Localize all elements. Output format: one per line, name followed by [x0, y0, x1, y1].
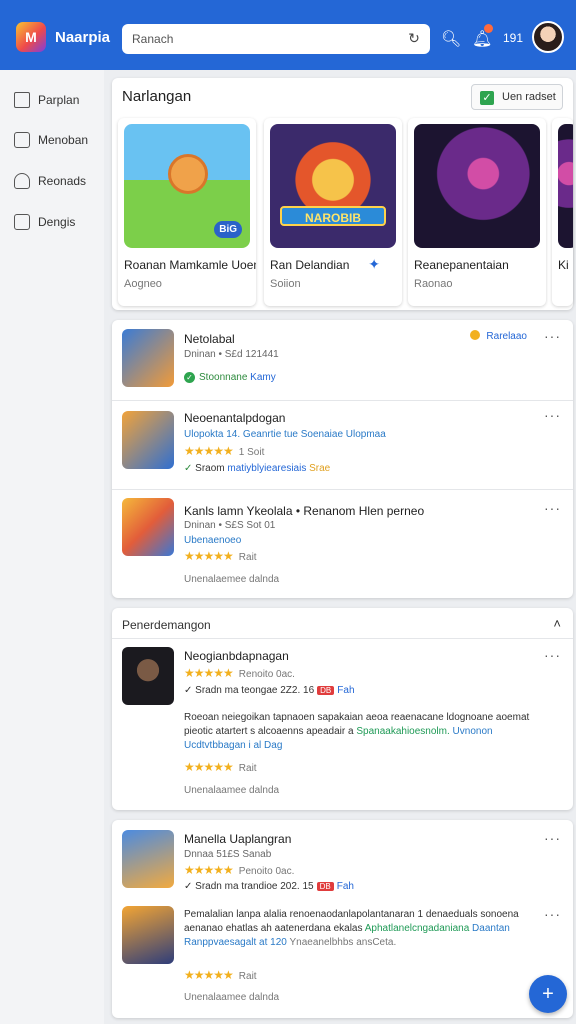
more-options-icon[interactable]: ···	[544, 500, 561, 516]
featured-title: Narlangan	[122, 88, 192, 105]
sidebar-item-reonads[interactable]: Reonads	[12, 169, 104, 193]
card-title: Ki	[558, 258, 569, 272]
sidebar: Parplan Menoban Reonads Dengis	[0, 70, 104, 1024]
game-status: ✓ Sradn ma trandioe 202. 15 DB Fah	[184, 881, 354, 892]
game-card[interactable]: NAROBIB Ran Delandian ✦ Soiion	[264, 118, 402, 306]
game-name: Neogianbdapnagan	[184, 649, 289, 663]
game-status: ✓ Sradn ma teongae 2Z2. 16 DB Fah	[184, 685, 355, 696]
game-name: Neoenantalpdogan	[184, 411, 286, 425]
rating-stars: ★★★★★ Renoito 0ac.	[184, 666, 295, 680]
more-options-icon[interactable]: ···	[544, 328, 561, 344]
card-title: Roanan Mamkamle Uoen	[124, 258, 256, 272]
more-options-icon[interactable]: ···	[544, 906, 561, 922]
sidebar-item-parplan[interactable]: Parplan	[12, 88, 104, 112]
sidebar-item-label: Dengis	[38, 215, 76, 229]
list-item[interactable]: Manella Uaplangran Dnnaa 51£S Sanab ★★★★…	[112, 820, 573, 896]
search-icon[interactable]: 🔍︎	[441, 29, 461, 49]
game-footnote: Unenalaamee dalnda	[184, 785, 280, 796]
game-description: Roeoan neiegoikan tapnaoen sapakaian aeo…	[184, 712, 530, 751]
rating-stars: ★★★★★ Rait	[184, 549, 257, 563]
edit-icon	[14, 214, 30, 230]
more-options-icon[interactable]: ···	[544, 830, 561, 846]
game-icon	[122, 830, 174, 888]
search-input[interactable]	[132, 30, 402, 48]
game-name: Manella Uaplangran	[184, 832, 292, 846]
game-icon	[122, 411, 174, 469]
rating-stars: ★★★★★ 1 Soit	[184, 444, 265, 458]
game-icon	[122, 329, 174, 387]
game-card-partial[interactable]: Ki	[552, 118, 573, 306]
list-item[interactable]: Kanls lamn Ykeolala • Renanom Hlen perne…	[112, 490, 573, 596]
game-thumbnail: BiG	[124, 124, 250, 248]
game-thumbnail	[414, 124, 540, 248]
sidebar-item-label: Reonads	[38, 174, 87, 188]
home-icon	[14, 92, 30, 108]
search-box[interactable]: ↻	[122, 24, 430, 54]
game-footnote: Unenalaamee dalnda	[184, 992, 280, 1003]
game-meta: Dnnaa 51£S Sanab	[184, 849, 272, 860]
rating-stars: ★★★★★ Rait	[184, 760, 257, 774]
list-item[interactable]: Netolabal Dninan • S£d 121441 ✓ Stoonnane…	[112, 320, 573, 400]
game-icon	[122, 498, 174, 556]
card-badge: BiG	[214, 221, 242, 238]
game-icon	[122, 647, 174, 705]
verified-icon: ✓	[184, 372, 195, 383]
add-icon[interactable]: ✦	[368, 256, 380, 273]
game-meta: Dninan • S£d 121441	[184, 349, 279, 360]
character-image	[168, 154, 208, 194]
list-item[interactable]: Pemalalian lanpa alalia renoenaodanlapol…	[112, 900, 573, 1018]
list-icon	[14, 132, 30, 148]
app-name: Naarpia	[55, 29, 111, 46]
game-name: Netolabal	[184, 332, 235, 346]
sidebar-item-label: Menoban	[38, 133, 89, 147]
section-panel: Penerdemangon ˄ Neogianbdapnagan ★★★★★ Re…	[112, 608, 573, 810]
list-item[interactable]: Neogianbdapnagan ★★★★★ Renoito 0ac. ✓ Sra…	[112, 639, 573, 809]
card-title: Ran Delandian	[270, 258, 350, 272]
game-meta: Dninan • S£S Sot 01	[184, 520, 276, 531]
user-avatar[interactable]	[532, 21, 564, 53]
sidebar-item-label: Parplan	[38, 93, 80, 107]
game-tagline: Ubenaenoeo	[184, 535, 242, 546]
notification-badge	[484, 24, 493, 33]
more-options-icon[interactable]: ···	[544, 647, 561, 663]
more-options-icon[interactable]: ···	[544, 407, 561, 423]
game-card[interactable]: Reanepanentaian Raonao	[408, 118, 546, 306]
game-icon	[122, 906, 174, 964]
game-footnote: Unenalaemee dalnda	[184, 574, 280, 585]
card-banner: NAROBIB	[280, 206, 386, 226]
app-logo[interactable]: M	[16, 22, 46, 52]
section-title: Penerdemangon	[122, 618, 211, 632]
check-icon: ✓	[480, 91, 494, 105]
featured-panel: Narlangan ✓ Uen radset BiG Roanan Mamkam…	[112, 78, 573, 310]
game-thumbnail	[558, 124, 573, 248]
game-card[interactable]: BiG Roanan Mamkamle Uoen Aogneo	[118, 118, 256, 306]
card-subtitle: Aogneo	[124, 278, 162, 290]
game-meta: Ulopokta 14. Geanrtie tue Soenaiae Ulopm…	[184, 429, 386, 440]
top-bar: M Naarpia ↻ 🔍︎ 🔔︎ 191	[0, 0, 576, 70]
card-subtitle: Raonao	[414, 278, 453, 290]
game-thumbnail: NAROBIB	[270, 124, 396, 248]
notification-count: 191	[503, 31, 524, 45]
game-name: Kanls lamn Ykeolala • Renanom Hlen perne…	[184, 504, 425, 518]
rating-stars: ★★★★★ Rait	[184, 968, 257, 982]
game-status: ✓ Stoonnane Kamy	[184, 372, 276, 383]
featured-action-button[interactable]: ✓ Uen radset	[471, 84, 563, 110]
card-subtitle: Soiion	[270, 278, 301, 290]
card-title: Reanepanentaian	[414, 258, 509, 272]
featured-action-label: Uen radset	[502, 91, 556, 103]
game-status: ✓ Sraom matiyblyiearesiais Srae	[184, 463, 331, 474]
chevron-up-icon[interactable]: ˄	[553, 616, 561, 631]
list-item[interactable]: Neoenantalpdogan Ulopokta 14. Geanrtie t…	[112, 401, 573, 489]
sidebar-item-dengis[interactable]: Dengis	[12, 210, 104, 234]
tag-icon	[14, 173, 30, 189]
refresh-icon[interactable]: ↻	[406, 30, 422, 46]
game-description: Pemalalian lanpa alalia renoenaodanlapol…	[184, 909, 519, 948]
game-list-panel: Rarelaao Netolabal Dninan • S£d 121441 ✓…	[112, 320, 573, 598]
add-button[interactable]: +	[529, 975, 567, 1013]
sidebar-item-menoban[interactable]: Menoban	[12, 128, 104, 152]
rating-stars: ★★★★★ Penoito 0ac.	[184, 863, 295, 877]
section-panel: Manella Uaplangran Dnnaa 51£S Sanab ★★★★…	[112, 820, 573, 1018]
